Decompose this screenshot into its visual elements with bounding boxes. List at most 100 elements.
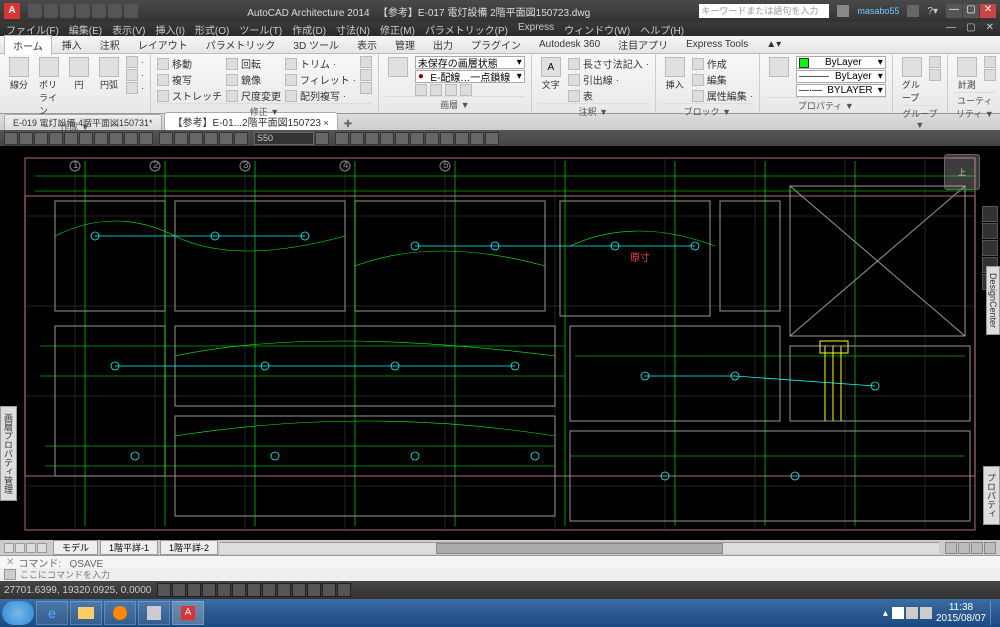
- taskbar-app[interactable]: [138, 601, 170, 625]
- tool-4[interactable]: [49, 132, 63, 145]
- move-button[interactable]: 移動: [157, 56, 222, 71]
- panel-properties-title[interactable]: プロパティ ▼: [766, 97, 886, 112]
- maximize-button[interactable]: ▢: [963, 4, 979, 18]
- group-button[interactable]: グループ: [899, 56, 925, 105]
- drawing-canvas[interactable]: 1 2 3 4 5 原寸 上 DesignCenter プロパティ 画層プロパテ…: [0, 146, 1000, 540]
- tool-11[interactable]: [159, 132, 173, 145]
- edit-attr-button[interactable]: 属性編集 ·: [692, 88, 753, 103]
- minimize-button[interactable]: —: [946, 4, 962, 18]
- util-extra1[interactable]: [984, 56, 996, 68]
- user-icon[interactable]: [837, 5, 849, 17]
- palette-properties[interactable]: プロパティ: [983, 466, 1000, 525]
- exchange-icon[interactable]: [907, 5, 919, 17]
- qat-print-icon[interactable]: [108, 4, 122, 18]
- dyn-toggle[interactable]: [262, 583, 276, 597]
- qat-undo-icon[interactable]: [76, 4, 90, 18]
- layout-last-icon[interactable]: [37, 543, 47, 553]
- cmd-close-icon[interactable]: ✕: [6, 557, 14, 568]
- show-desktop-button[interactable]: [990, 601, 998, 625]
- help-icon[interactable]: ?▾: [927, 6, 938, 17]
- polyline-button[interactable]: ポリライン: [36, 56, 62, 118]
- nav-zoom-icon[interactable]: [982, 240, 998, 256]
- table-button[interactable]: 表: [568, 88, 649, 103]
- lineweight-combo[interactable]: ———ByLayer▾: [796, 70, 886, 83]
- tool-18[interactable]: [335, 132, 349, 145]
- group-extra[interactable]: [929, 56, 941, 68]
- qat-open-icon[interactable]: [44, 4, 58, 18]
- view-cube[interactable]: 上: [944, 154, 980, 190]
- tool-7[interactable]: [94, 132, 108, 145]
- statusicon-1[interactable]: [945, 542, 957, 554]
- tool-14[interactable]: [204, 132, 218, 145]
- fillet-button[interactable]: フィレット ·: [285, 72, 356, 87]
- tool-15[interactable]: [219, 132, 233, 145]
- menu-tools[interactable]: ツール(T): [239, 22, 282, 36]
- lwt-toggle[interactable]: [277, 583, 291, 597]
- qp-toggle[interactable]: [307, 583, 321, 597]
- ortho-toggle[interactable]: [187, 583, 201, 597]
- tab-layout[interactable]: レイアウト: [130, 35, 196, 54]
- tool-5[interactable]: [64, 132, 78, 145]
- layout-next-icon[interactable]: [26, 543, 36, 553]
- tab-view[interactable]: 表示: [349, 35, 385, 54]
- rotate-button[interactable]: 回転: [226, 56, 281, 71]
- polar-toggle[interactable]: [202, 583, 216, 597]
- tab-manage[interactable]: 管理: [387, 35, 423, 54]
- tool-8[interactable]: [109, 132, 123, 145]
- panel-annotation-title[interactable]: 注釈 ▼: [538, 103, 649, 118]
- menu-modify[interactable]: 修正(M): [380, 22, 415, 36]
- qat-save-icon[interactable]: [60, 4, 74, 18]
- command-input[interactable]: [20, 570, 996, 580]
- doc-restore-button[interactable]: ▢: [966, 22, 975, 36]
- tab-output[interactable]: 出力: [425, 35, 461, 54]
- draw-extra-1[interactable]: ·: [126, 56, 144, 68]
- menu-insert[interactable]: 挿入(I): [155, 22, 184, 36]
- cmd-prompt-icon[interactable]: [4, 569, 16, 580]
- app-logo[interactable]: A: [4, 3, 20, 19]
- arc-button[interactable]: 円弧: [96, 56, 122, 92]
- layer-tools[interactable]: [415, 84, 525, 96]
- coordinates-readout[interactable]: 27701.6399, 19320.0925, 0.0000: [4, 585, 151, 596]
- create-block-button[interactable]: 作成: [692, 56, 753, 71]
- color-combo[interactable]: ByLayer▾: [796, 56, 886, 69]
- sc-toggle[interactable]: [322, 583, 336, 597]
- palette-designcenter[interactable]: DesignCenter: [986, 266, 1000, 335]
- tab-a360[interactable]: Autodesk 360: [531, 37, 608, 52]
- palette-layer-manager[interactable]: 画層プロパティ管理: [0, 406, 17, 501]
- grid-toggle[interactable]: [172, 583, 186, 597]
- panel-groups-title[interactable]: グループ ▼: [899, 105, 941, 130]
- layout-prev-icon[interactable]: [15, 543, 25, 553]
- nav-pan-icon[interactable]: [982, 223, 998, 239]
- leader-button[interactable]: 引出線 ·: [568, 72, 649, 87]
- ducs-toggle[interactable]: [247, 583, 261, 597]
- snap-toggle[interactable]: [157, 583, 171, 597]
- menu-parametric[interactable]: パラメトリック(P): [425, 22, 508, 36]
- layout-tab-1[interactable]: 1階平詳-1: [100, 540, 158, 555]
- close-button[interactable]: ✕: [980, 4, 996, 18]
- panel-modify-title[interactable]: 修正 ▼: [157, 103, 372, 118]
- layer-combo[interactable]: ●E-配線…一点鎖線▾: [415, 70, 525, 83]
- qat-redo-icon[interactable]: [92, 4, 106, 18]
- tab-insert[interactable]: 挿入: [54, 35, 90, 54]
- panel-block-title[interactable]: ブロック ▼: [662, 103, 753, 118]
- tpy-toggle[interactable]: [292, 583, 306, 597]
- mod-extra-3[interactable]: [360, 82, 372, 94]
- trim-button[interactable]: トリム ·: [285, 56, 356, 71]
- tool-16[interactable]: [234, 132, 248, 145]
- tab-featured[interactable]: 注目アプリ: [610, 35, 676, 54]
- tool-10[interactable]: [139, 132, 153, 145]
- user-name[interactable]: masabo55: [857, 6, 899, 16]
- layout-tab-2[interactable]: 1階平詳-2: [160, 540, 218, 555]
- circle-button[interactable]: 円: [66, 56, 92, 92]
- nav-wheel-icon[interactable]: [982, 206, 998, 222]
- draw-extra-3[interactable]: ·: [126, 82, 144, 94]
- tool-6[interactable]: [79, 132, 93, 145]
- menu-edit[interactable]: 編集(E): [69, 22, 102, 36]
- layout-first-icon[interactable]: [4, 543, 14, 553]
- tool-19[interactable]: [350, 132, 364, 145]
- group-extra2[interactable]: [929, 69, 941, 81]
- qat-more-icon[interactable]: [124, 4, 138, 18]
- am-toggle[interactable]: [337, 583, 351, 597]
- tool-2[interactable]: [19, 132, 33, 145]
- scale-combo[interactable]: S50: [254, 132, 314, 145]
